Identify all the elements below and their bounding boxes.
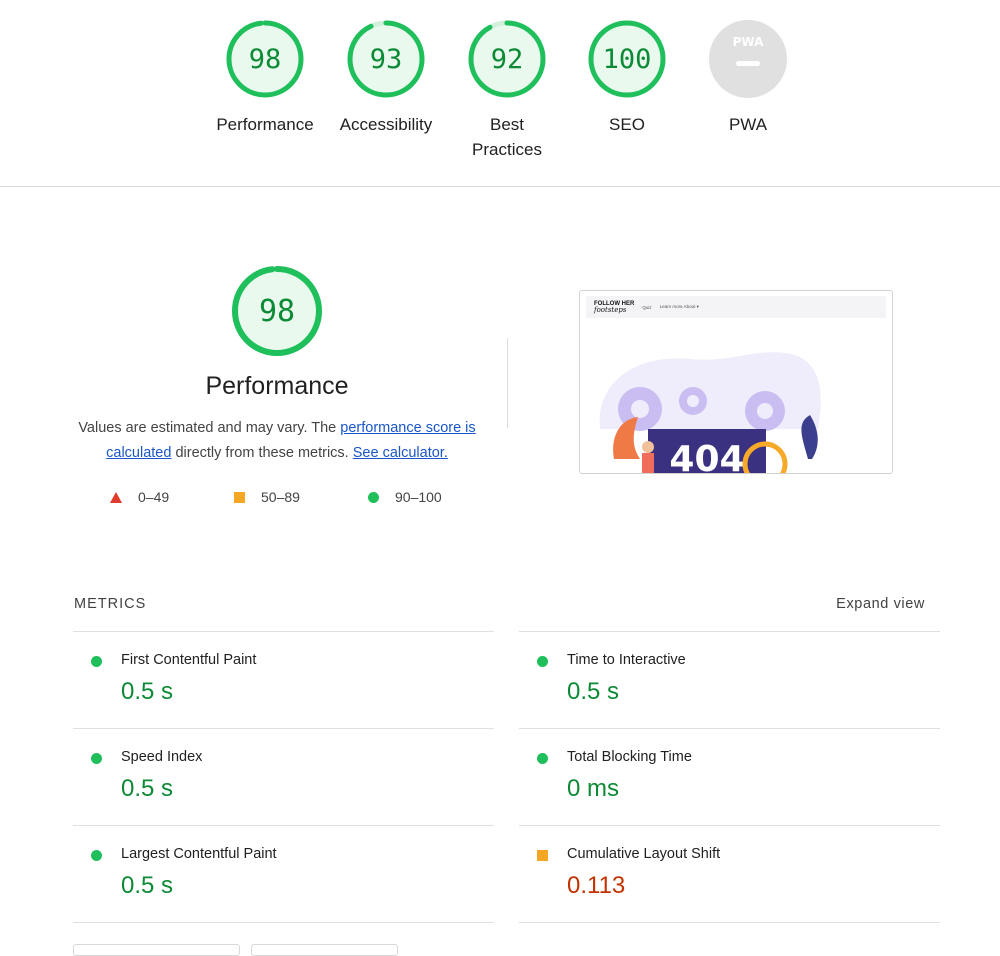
metric-total-blocking-time[interactable]: Total Blocking Time 0 ms (519, 728, 940, 825)
button-stub[interactable] (251, 944, 398, 956)
summary-divider (507, 338, 508, 428)
pass-circle-icon (537, 753, 548, 764)
average-square-icon (537, 850, 548, 861)
expand-view-toggle[interactable]: Expand view (836, 596, 925, 612)
metric-value: 0 ms (567, 775, 620, 802)
gauge-label: Accessibility (339, 115, 433, 134)
pass-circle-icon (91, 753, 102, 764)
metric-cumulative-layout-shift[interactable]: Cumulative Layout Shift 0.113 (519, 825, 940, 922)
pass-circle-icon (91, 656, 102, 667)
metrics-column-left: First Contentful Paint 0.5 s Speed Index… (73, 631, 494, 923)
screenshot-nav: FOLLOW HER footsteps Quiz Learn more Abou… (586, 296, 886, 318)
gauge-best-practices-ring: 92 (468, 20, 546, 98)
performance-gauge-large: 98 (232, 266, 322, 356)
gauge-performance-ring: 98 (226, 20, 304, 98)
performance-description: Values are estimated and may vary. The p… (78, 420, 476, 461)
square-icon (234, 491, 245, 503)
site-logo: FOLLOW HER footsteps (594, 300, 635, 314)
metric-value: 0.5 s (121, 872, 174, 899)
pwa-badge-icon: PWA (709, 20, 787, 98)
circle-icon (368, 491, 379, 503)
performance-title: Performance (205, 372, 349, 400)
metrics-heading: METRICS (74, 596, 147, 612)
metric-speed-index[interactable]: Speed Index 0.5 s (73, 728, 494, 825)
gauge-accessibility-ring: 93 (347, 20, 425, 98)
gauge-score: 93 (370, 44, 403, 75)
gauge-label: PWA (728, 115, 768, 134)
performance-score: 98 (259, 294, 295, 329)
pass-circle-icon (91, 850, 102, 861)
final-screenshot[interactable]: FOLLOW HER footsteps Quiz Learn more Abou… (579, 290, 893, 474)
svg-text:PWA: PWA (733, 35, 764, 49)
gauge-pwa[interactable]: PWA PWA (688, 18, 808, 137)
metric-value: 0.5 s (121, 775, 174, 802)
gauge-label: Best Practices (472, 115, 542, 159)
metric-value: 0.113 (567, 872, 626, 899)
gauge-accessibility[interactable]: 93 Accessibility (326, 18, 446, 137)
metric-value: 0.5 s (121, 678, 174, 705)
gauge-label: Performance (216, 115, 314, 134)
button-stub[interactable] (73, 944, 240, 956)
category-gauges: 98 Performance 93 Accessibility 92 Best … (0, 0, 1000, 186)
metric-largest-contentful-paint[interactable]: Largest Contentful Paint 0.5 s (73, 825, 494, 922)
gauge-score: 98 (249, 44, 282, 75)
metric-value: 0.5 s (567, 678, 620, 705)
triangle-icon (110, 491, 122, 503)
404-illustration: 404 (599, 352, 821, 473)
svg-text:404: 404 (669, 439, 744, 473)
gauge-best-practices[interactable]: 92 Best Practices (447, 18, 567, 162)
metric-first-contentful-paint[interactable]: First Contentful Paint 0.5 s (73, 631, 494, 728)
gauge-seo-ring: 100 (588, 20, 666, 98)
header-divider (0, 186, 1000, 187)
scale-average: 50–89 (234, 488, 300, 506)
gauge-score: 100 (603, 44, 652, 75)
metric-time-to-interactive[interactable]: Time to Interactive 0.5 s (519, 631, 940, 728)
gauge-performance[interactable]: 98 Performance (205, 18, 325, 137)
calculator-link[interactable]: See calculator. (353, 445, 448, 461)
metrics-column-right: Time to Interactive 0.5 s Total Blocking… (519, 631, 940, 923)
scale-pass: 90–100 (368, 488, 442, 506)
pass-circle-icon (537, 656, 548, 667)
gauge-label: SEO (609, 115, 645, 134)
gauge-score: 92 (491, 44, 524, 75)
scale-fail: 0–49 (110, 488, 169, 506)
gauge-seo[interactable]: 100 SEO (567, 18, 687, 137)
